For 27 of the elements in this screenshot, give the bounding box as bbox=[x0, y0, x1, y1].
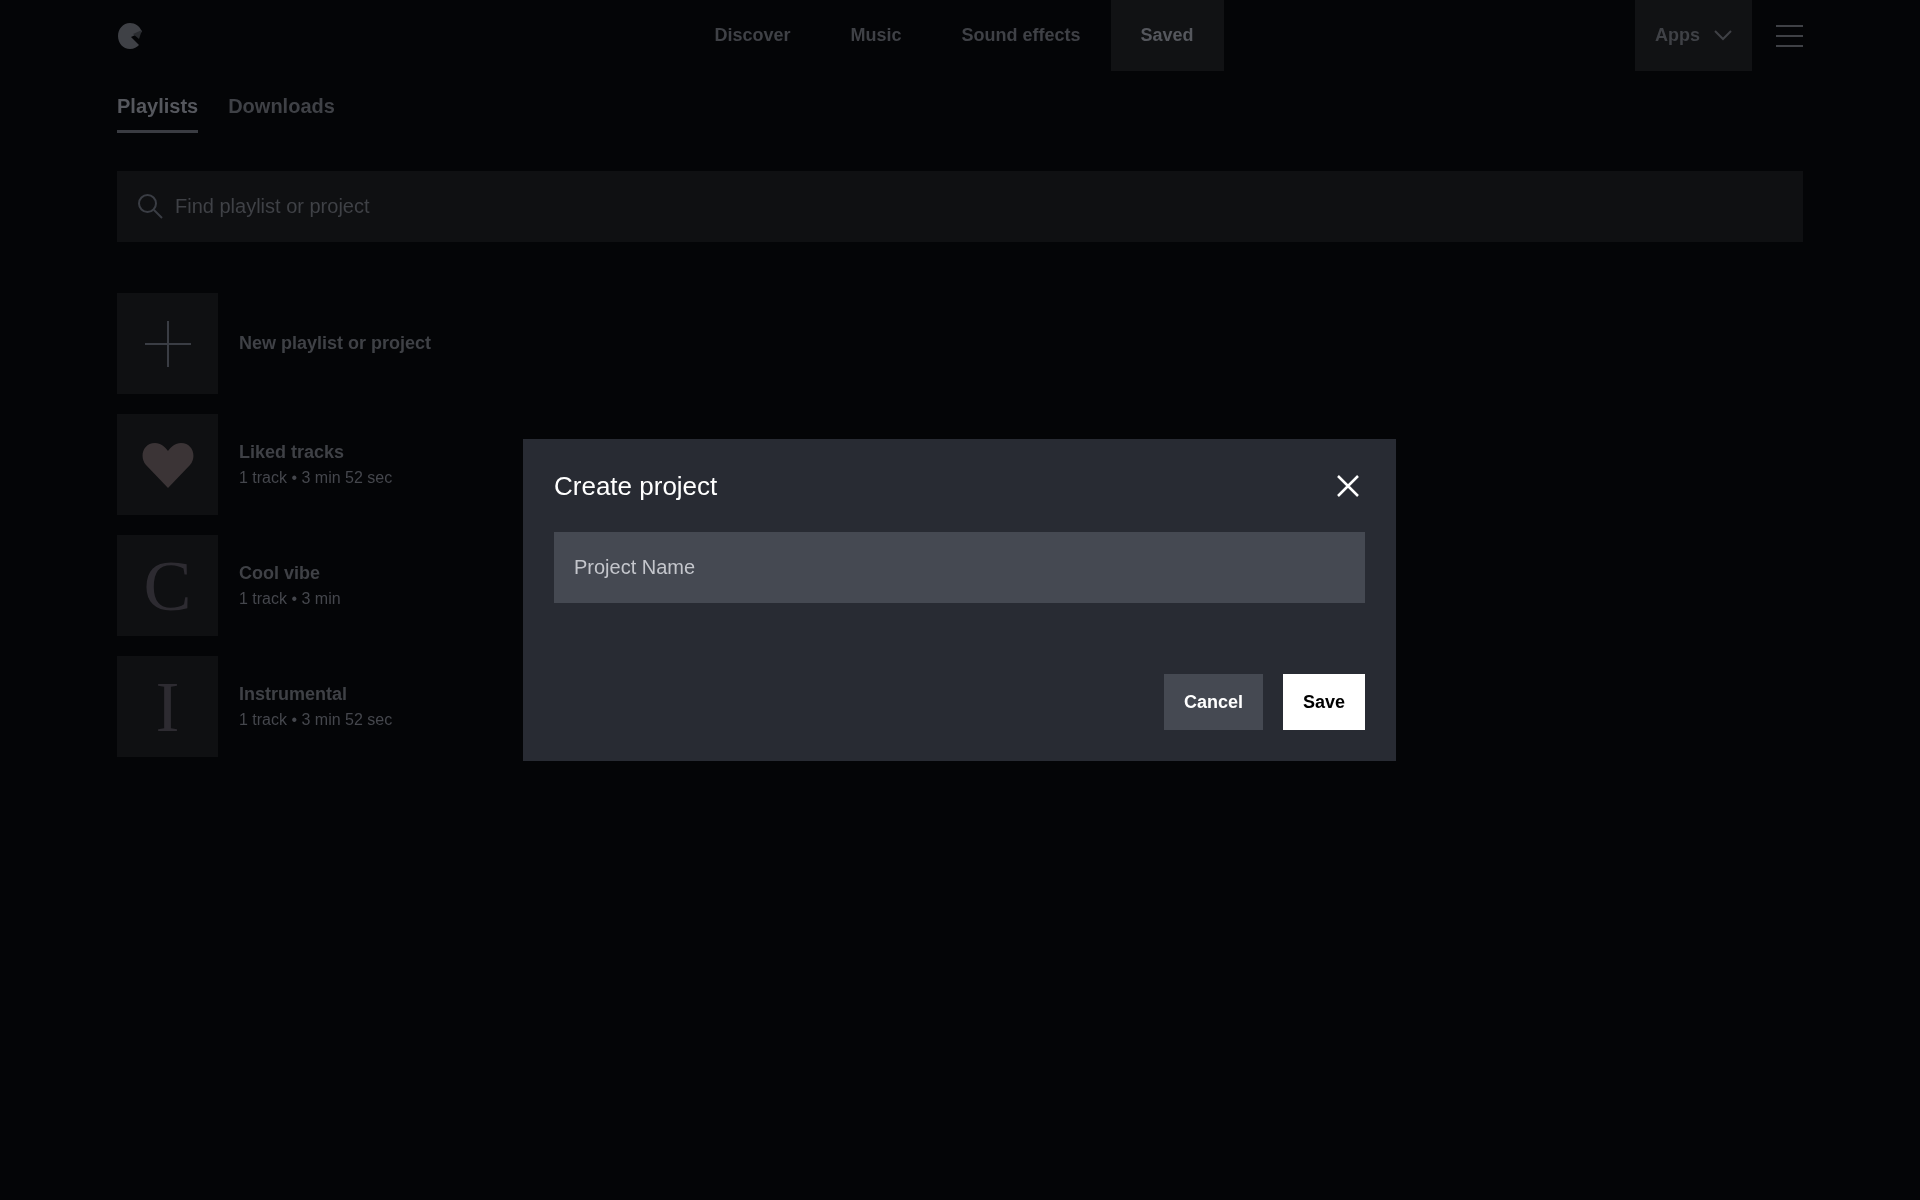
project-name-field[interactable]: Project Name bbox=[554, 532, 1365, 603]
tab[interactable]: Playlists bbox=[117, 71, 199, 133]
playlist-meta: 1 track • 3 min 52 sec bbox=[239, 469, 393, 487]
playlist-meta: 1 track • 3 min 52 sec bbox=[239, 711, 393, 729]
nav-link[interactable]: Music bbox=[820, 0, 932, 71]
nav-link[interactable]: Sound effects bbox=[931, 0, 1111, 71]
heart-icon bbox=[141, 441, 194, 488]
search-icon bbox=[137, 193, 163, 219]
plus-icon bbox=[143, 319, 192, 368]
logo-icon[interactable] bbox=[117, 20, 143, 51]
nav-link[interactable]: Discover bbox=[684, 0, 821, 71]
cancel-button[interactable]: Cancel bbox=[1163, 674, 1263, 730]
playlist-title[interactable]: Cool vibe bbox=[239, 563, 341, 584]
playlist-title[interactable]: Liked tracks bbox=[239, 442, 393, 463]
close-button[interactable] bbox=[1337, 475, 1359, 497]
playlist-meta: 1 track • 3 min bbox=[239, 590, 341, 608]
save-button[interactable]: Save bbox=[1282, 674, 1365, 730]
chevron-down-icon bbox=[1714, 30, 1732, 41]
menu-button[interactable] bbox=[1776, 24, 1803, 47]
new-playlist-tile[interactable] bbox=[117, 293, 218, 394]
tab[interactable]: Downloads bbox=[228, 71, 335, 133]
close-icon bbox=[1337, 475, 1359, 497]
playlist-title[interactable]: New playlist or project bbox=[239, 333, 432, 354]
playlist-title[interactable]: Instrumental bbox=[239, 684, 393, 705]
dialog-title: Create project bbox=[554, 470, 718, 502]
menu-icon bbox=[1776, 24, 1803, 47]
nav-link[interactable]: Saved bbox=[1110, 0, 1224, 71]
